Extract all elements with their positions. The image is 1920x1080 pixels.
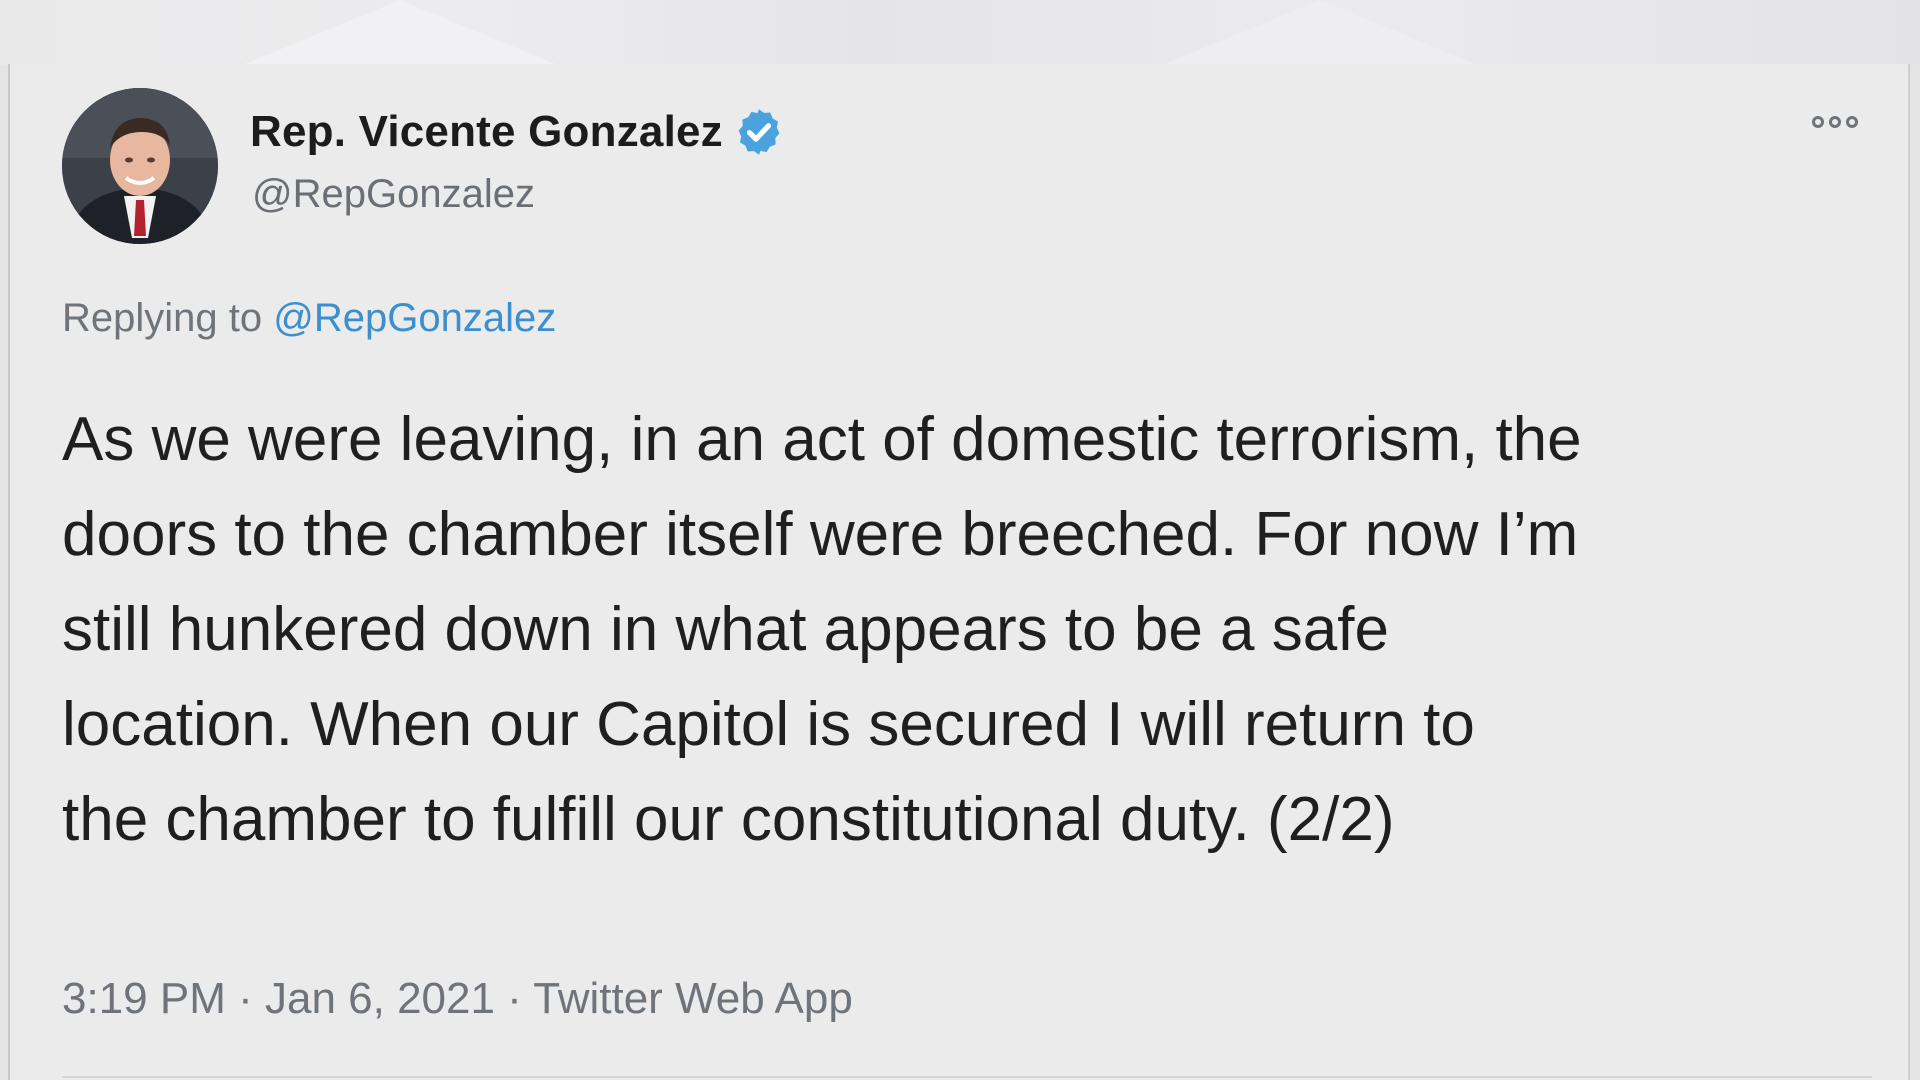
more-dot xyxy=(1812,116,1824,128)
meta-separator: · xyxy=(494,974,534,1023)
replying-prefix: Replying to xyxy=(62,296,274,340)
avatar-portrait xyxy=(62,88,218,244)
backdrop-shape xyxy=(1160,0,1480,66)
more-dot xyxy=(1846,116,1858,128)
screenshot-stage: Rep. Vicente Gonzalez @RepGonzalez Reply… xyxy=(0,0,1920,1080)
tweet-text: As we were leaving, in an act of domesti… xyxy=(62,405,1582,854)
backdrop-shape xyxy=(240,0,560,66)
tweet-time[interactable]: 3:19 PM xyxy=(62,974,226,1023)
divider xyxy=(62,1076,1872,1078)
blurred-backdrop xyxy=(0,0,1920,66)
more-dot xyxy=(1829,116,1841,128)
meta-separator: · xyxy=(225,974,265,1023)
author-handle[interactable]: @RepGonzalez xyxy=(252,172,535,217)
verified-badge-icon xyxy=(733,106,785,158)
more-options-icon[interactable] xyxy=(1812,116,1858,128)
tweet-metadata: 3:19 PM · Jan 6, 2021 · Twitter Web App xyxy=(62,974,853,1024)
avatar[interactable] xyxy=(62,88,218,244)
display-name[interactable]: Rep. Vicente Gonzalez xyxy=(250,107,723,157)
tweet-date[interactable]: Jan 6, 2021 xyxy=(265,974,495,1023)
tweet-card: Rep. Vicente Gonzalez @RepGonzalez Reply… xyxy=(8,64,1910,1080)
tweet-source[interactable]: Twitter Web App xyxy=(533,974,853,1023)
author-name-line: Rep. Vicente Gonzalez xyxy=(250,106,785,158)
replying-to-line: Replying to @RepGonzalez xyxy=(62,296,556,341)
replying-to-mention[interactable]: @RepGonzalez xyxy=(273,296,556,340)
